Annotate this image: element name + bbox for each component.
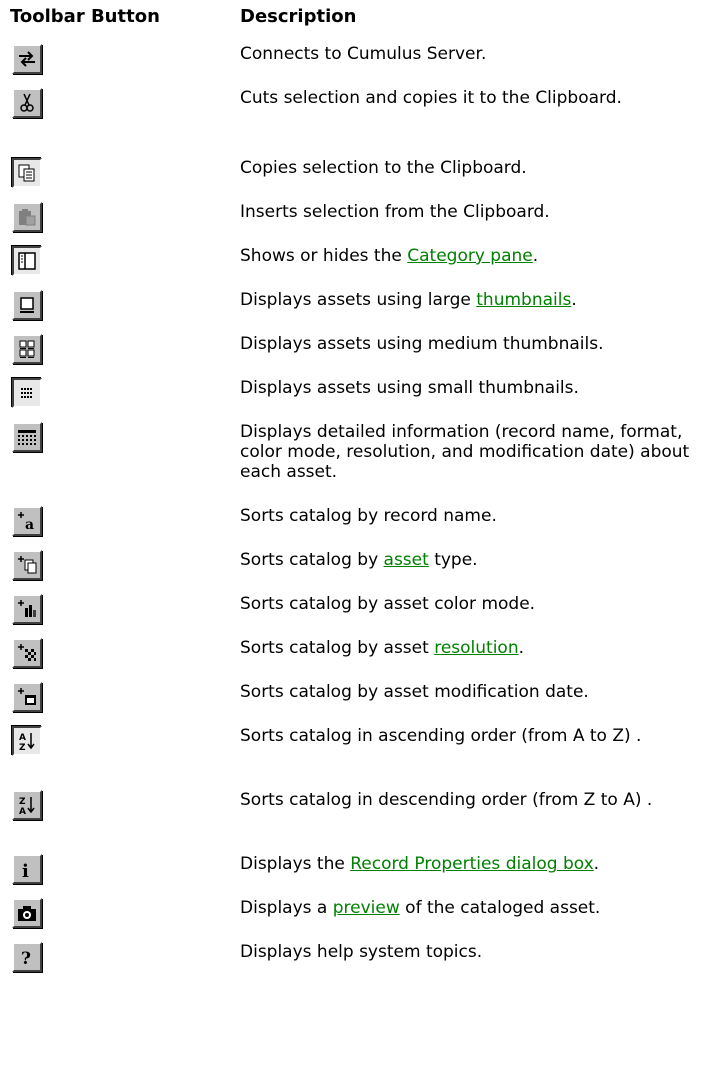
sort-by-name-button[interactable]: a xyxy=(12,506,42,536)
small-thumbnails-icon xyxy=(21,388,32,398)
row-description: Displays a preview of the cataloged asse… xyxy=(240,898,601,918)
resolution-link[interactable]: resolution xyxy=(434,638,518,658)
large-thumbnail-icon xyxy=(20,297,34,313)
row-description: Sorts catalog by asset type. xyxy=(240,550,478,570)
svg-text:Z: Z xyxy=(19,797,26,807)
cut-button[interactable] xyxy=(12,88,42,118)
sort-ascending-button[interactable]: A Z xyxy=(12,726,42,756)
row-description: Sorts catalog by asset modification date… xyxy=(240,682,589,702)
row-description: Sorts catalog by asset color mode. xyxy=(240,594,536,614)
svg-text:i: i xyxy=(22,861,29,880)
connect-button[interactable] xyxy=(12,44,42,74)
info-icon: i xyxy=(22,861,29,880)
copy-icon xyxy=(18,164,35,182)
help-icon: ? xyxy=(21,949,31,968)
svg-text:a: a xyxy=(25,517,34,532)
row-description: Cuts selection and copies it to the Clip… xyxy=(240,88,622,108)
sort-resolution-icon xyxy=(18,644,36,661)
category-pane-link[interactable]: Category pane xyxy=(407,246,533,266)
row-description: Displays assets using medium thumbnails. xyxy=(240,334,604,354)
row-description: Displays help system topics. xyxy=(240,942,483,962)
row-description: Displays assets using small thumbnails. xyxy=(240,378,579,398)
row-description: Sorts catalog by asset resolution. xyxy=(240,638,525,658)
row-description: Sorts catalog in ascending order (from A… xyxy=(240,726,642,746)
details-view-button[interactable] xyxy=(12,422,42,452)
help-button[interactable]: ? xyxy=(12,942,42,972)
paste-icon xyxy=(19,209,36,226)
preview-link[interactable]: preview xyxy=(333,898,400,918)
details-list-icon xyxy=(18,430,36,445)
copy-button[interactable] xyxy=(12,158,42,188)
record-properties-button[interactable]: i xyxy=(12,854,42,884)
column-header-description: Description xyxy=(240,6,357,27)
row-description: Inserts selection from the Clipboard. xyxy=(240,202,550,222)
sort-descending-button[interactable]: Z A xyxy=(12,790,42,820)
column-header-toolbar-button: Toolbar Button xyxy=(10,6,160,27)
preview-button[interactable] xyxy=(12,898,42,928)
sort-type-icon xyxy=(18,556,37,574)
svg-text:?: ? xyxy=(21,949,31,968)
record-properties-link[interactable]: Record Properties dialog box xyxy=(350,854,593,874)
row-description: Displays detailed information (record na… xyxy=(240,422,690,482)
thumbnails-link[interactable]: thumbnails xyxy=(476,290,571,310)
category-pane-icon xyxy=(18,252,36,270)
row-description: Sorts catalog in descending order (from … xyxy=(240,790,653,810)
paste-button[interactable] xyxy=(12,202,42,232)
medium-thumbnails-icon xyxy=(19,340,35,358)
sort-date-icon xyxy=(18,688,36,705)
camera-icon xyxy=(18,906,36,921)
medium-thumbnails-button[interactable] xyxy=(12,334,42,364)
sort-descending-icon: Z A xyxy=(19,797,35,816)
asset-link[interactable]: asset xyxy=(384,550,429,570)
sort-name-icon: a xyxy=(18,512,34,532)
scissors-icon xyxy=(20,93,34,112)
row-description: Shows or hides the Category pane. xyxy=(240,246,539,266)
category-pane-button[interactable] xyxy=(12,246,42,276)
row-description: Connects to Cumulus Server. xyxy=(240,44,487,64)
row-description: Displays the Record Properties dialog bo… xyxy=(240,854,600,874)
sort-by-color-mode-button[interactable] xyxy=(12,594,42,624)
large-thumbnails-button[interactable] xyxy=(12,290,42,320)
sort-by-type-button[interactable] xyxy=(12,550,42,580)
small-thumbnails-button[interactable] xyxy=(12,378,42,408)
svg-text:A: A xyxy=(19,807,26,816)
connect-arrows-icon xyxy=(19,51,35,67)
row-description: Displays assets using large thumbnails. xyxy=(240,290,577,310)
sort-by-date-button[interactable] xyxy=(12,682,42,712)
svg-text:Z: Z xyxy=(19,743,26,752)
sort-ascending-icon: A Z xyxy=(19,733,35,752)
sort-color-mode-icon xyxy=(18,600,36,617)
svg-text:A: A xyxy=(19,733,26,743)
row-description: Copies selection to the Clipboard. xyxy=(240,158,527,178)
row-description: Sorts catalog by record name. xyxy=(240,506,497,526)
sort-by-resolution-button[interactable] xyxy=(12,638,42,668)
